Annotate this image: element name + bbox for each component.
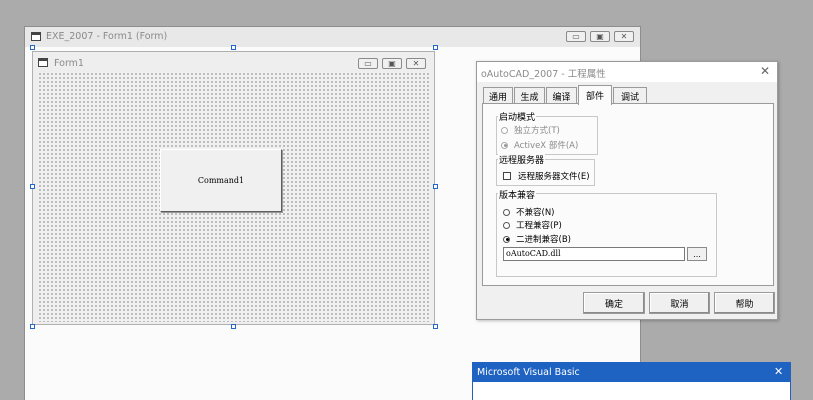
designer-title-bar[interactable]: EXE_2007 - Form1 (Form) ▭ ▣ ✕ xyxy=(25,27,640,47)
startup-mode-label: 启动模式 xyxy=(498,110,537,123)
resize-handle[interactable] xyxy=(30,45,35,50)
resize-handle[interactable] xyxy=(433,324,438,329)
no-compat-radio[interactable]: 不兼容(N) xyxy=(503,206,555,218)
tab-make[interactable]: 生成 xyxy=(514,87,545,104)
dialog-title-bar[interactable]: oAutoCAD_2007 - 工程属性 ✕ xyxy=(477,62,777,82)
visual-basic-message-box: Microsoft Visual Basic ✕ xyxy=(472,362,791,400)
no-compat-label: 不兼容(N) xyxy=(516,208,555,218)
binary-compat-label: 二进制兼容(B) xyxy=(516,235,571,245)
resize-handle[interactable] xyxy=(30,324,35,329)
command1-button[interactable]: Command1 xyxy=(160,149,282,212)
project-compat-label: 工程兼容(P) xyxy=(516,221,562,231)
close-icon[interactable]: ✕ xyxy=(774,365,783,378)
ok-button[interactable]: 确定 xyxy=(583,292,645,314)
message-box-title: Microsoft Visual Basic xyxy=(477,367,580,378)
standalone-label: 独立方式(T) xyxy=(514,126,560,136)
designer-title: EXE_2007 - Form1 (Form) xyxy=(46,31,168,42)
radio-icon xyxy=(503,208,510,216)
designer-minimize-button[interactable]: ▭ xyxy=(566,31,586,42)
message-box-title-bar[interactable]: Microsoft Visual Basic ✕ xyxy=(473,363,790,382)
dialog-title: oAutoCAD_2007 - 工程属性 xyxy=(481,69,606,80)
remote-server-label: 远程服务器 xyxy=(498,153,546,166)
tab-compile[interactable]: 编译 xyxy=(546,87,577,104)
project-compat-radio[interactable]: 工程兼容(P) xyxy=(503,219,562,231)
remote-server-files-checkbox[interactable]: 远程服务器文件(E) xyxy=(503,170,590,182)
compat-file-input[interactable]: oAutoCAD.dll xyxy=(503,247,685,261)
component-tab-panel: 启动模式 独立方式(T) ActiveX 部件(A) 远程服务器 远程服务器文件… xyxy=(482,103,774,286)
help-button[interactable]: 帮助 xyxy=(714,292,775,314)
tab-debugging[interactable]: 调试 xyxy=(613,87,647,104)
cancel-button[interactable]: 取消 xyxy=(649,292,710,314)
checkbox-icon xyxy=(503,172,511,180)
standalone-radio[interactable]: 独立方式(T) xyxy=(501,124,560,136)
form1-minimize-button[interactable]: ▭ xyxy=(358,58,378,69)
form1-close-button[interactable]: ✕ xyxy=(406,58,426,69)
activex-component-radio[interactable]: ActiveX 部件(A) xyxy=(501,139,578,151)
radio-icon xyxy=(503,221,510,229)
form-icon xyxy=(38,58,48,67)
activex-label: ActiveX 部件(A) xyxy=(514,141,579,151)
project-properties-dialog: oAutoCAD_2007 - 工程属性 ✕ 通用 生成 编译 部件 调试 启动… xyxy=(476,61,778,320)
form-icon xyxy=(31,32,41,41)
remote-server-files-label: 远程服务器文件(E) xyxy=(518,172,590,182)
browse-button[interactable]: ... xyxy=(687,247,707,261)
form1-maximize-button[interactable]: ▣ xyxy=(382,58,402,69)
resize-handle[interactable] xyxy=(231,324,236,329)
form1-title: Form1 xyxy=(54,58,84,69)
binary-compat-radio[interactable]: 二进制兼容(B) xyxy=(503,233,571,245)
resize-handle[interactable] xyxy=(433,45,438,50)
radio-icon xyxy=(501,141,508,149)
resize-handle[interactable] xyxy=(231,45,236,50)
tab-general[interactable]: 通用 xyxy=(483,87,513,104)
tab-component[interactable]: 部件 xyxy=(578,85,612,105)
radio-icon xyxy=(501,126,508,134)
version-compat-label: 版本兼容 xyxy=(498,188,537,201)
resize-handle[interactable] xyxy=(433,184,438,189)
designer-maximize-button[interactable]: ▣ xyxy=(590,31,610,42)
close-icon[interactable]: ✕ xyxy=(760,64,770,78)
radio-icon xyxy=(503,235,510,243)
designer-close-button[interactable]: ✕ xyxy=(614,31,634,42)
resize-handle[interactable] xyxy=(30,184,35,189)
